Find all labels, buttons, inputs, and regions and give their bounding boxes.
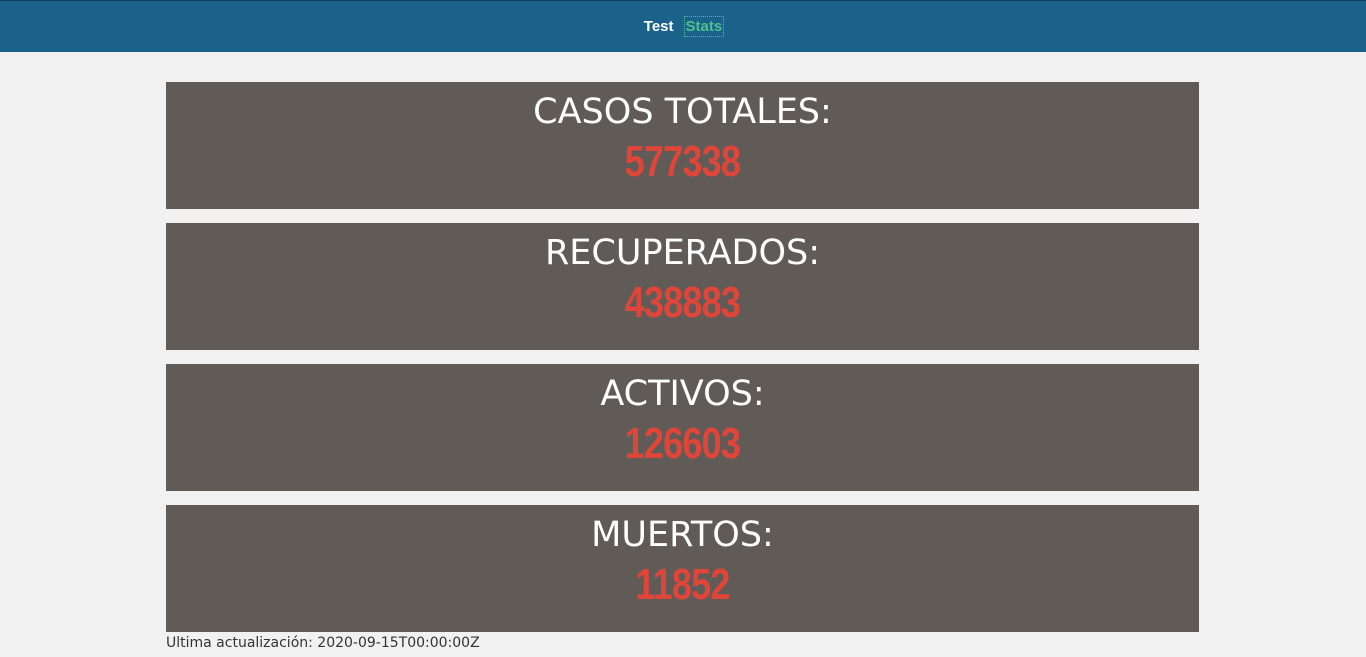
last-update-text: Ultima actualización: 2020-09-15T00:00:0…: [166, 635, 480, 651]
total-cases-card: CASOS TOTALES: 577338: [166, 82, 1199, 209]
deaths-value: 11852: [635, 560, 730, 609]
active-card: ACTIVOS: 126603: [166, 364, 1199, 491]
deaths-label: MUERTOS:: [591, 515, 774, 555]
active-label: ACTIVOS:: [600, 374, 765, 414]
recovered-value: 438883: [624, 278, 741, 327]
recovered-card: RECUPERADOS: 438883: [166, 223, 1199, 350]
top-nav-bar: Test Stats: [0, 0, 1366, 52]
nav-link-stats[interactable]: Stats: [683, 16, 725, 37]
recovered-label: RECUPERADOS:: [544, 233, 821, 273]
active-value: 126603: [624, 419, 741, 468]
total-cases-value: 577338: [624, 137, 741, 186]
deaths-card: MUERTOS: 11852: [166, 505, 1199, 632]
nav-link-test[interactable]: Test: [643, 17, 675, 36]
total-cases-label: CASOS TOTALES:: [533, 92, 832, 132]
